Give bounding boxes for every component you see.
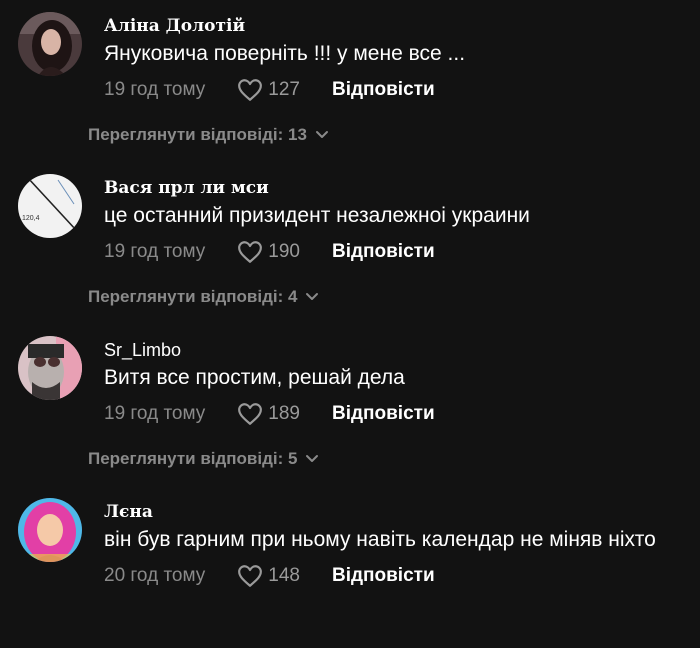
- comment-meta: 19 год тому 189 Відповісти: [104, 400, 435, 428]
- timestamp: 19 год тому: [104, 241, 206, 262]
- heart-icon[interactable]: [237, 402, 263, 426]
- comment-item: Аліна Долотій Януковича поверніть !!! у …: [0, 0, 700, 162]
- comment-meta: 20 год тому 148 Відповісти: [104, 562, 435, 590]
- username[interactable]: Лєна: [104, 502, 153, 522]
- reply-button[interactable]: Відповісти: [332, 565, 435, 587]
- chevron-down-icon: [315, 131, 328, 138]
- comment-meta: 19 год тому 127 Відповісти: [104, 76, 435, 104]
- like-button[interactable]: 148: [237, 564, 300, 588]
- comment-text: він був гарним при ньому навіть календар…: [104, 528, 656, 551]
- view-replies-label: Переглянути відповіді: 4: [88, 287, 298, 306]
- chevron-down-icon: [306, 293, 319, 300]
- heart-icon[interactable]: [237, 564, 263, 588]
- like-count: 189: [268, 403, 300, 424]
- view-replies-button[interactable]: Переглянути відповіді: 5: [88, 449, 319, 469]
- like-count: 148: [268, 565, 300, 586]
- reply-button[interactable]: Відповісти: [332, 241, 435, 263]
- comment-item: Sr_Limbo Витя все простим, решай дела 19…: [0, 324, 700, 486]
- comment-text: це останний призидент незалежноі украини: [104, 204, 530, 227]
- reply-button[interactable]: Відповісти: [332, 79, 435, 101]
- avatar[interactable]: [18, 336, 82, 400]
- comment-item: 120,4 Вася прл ли мси це останний призид…: [0, 162, 700, 324]
- avatar[interactable]: 120,4: [18, 174, 82, 238]
- avatar[interactable]: [18, 498, 82, 562]
- view-replies-label: Переглянути відповіді: 13: [88, 125, 307, 144]
- heart-icon[interactable]: [237, 78, 263, 102]
- avatar[interactable]: [18, 12, 82, 76]
- username[interactable]: Аліна Долотій: [104, 16, 245, 36]
- timestamp: 20 год тому: [104, 565, 206, 586]
- comment-text: Витя все простим, решай дела: [104, 366, 405, 389]
- view-replies-button[interactable]: Переглянути відповіді: 13: [88, 125, 329, 145]
- like-count: 127: [268, 79, 300, 100]
- avatar-text: 120,4: [22, 215, 40, 222]
- username[interactable]: Sr_Limbo: [104, 340, 181, 361]
- like-button[interactable]: 189: [237, 402, 300, 426]
- comment-item: Лєна він був гарним при ньому навіть кал…: [0, 486, 700, 648]
- chevron-down-icon: [306, 455, 319, 462]
- reply-button[interactable]: Відповісти: [332, 403, 435, 425]
- view-replies-button[interactable]: Переглянути відповіді: 4: [88, 287, 319, 307]
- like-button[interactable]: 190: [237, 240, 300, 264]
- heart-icon[interactable]: [237, 240, 263, 264]
- comment-meta: 19 год тому 190 Відповісти: [104, 238, 435, 266]
- comment-text: Януковича поверніть !!! у мене все ...: [104, 42, 466, 65]
- username[interactable]: Вася прл ли мси: [104, 178, 269, 198]
- view-replies-label: Переглянути відповіді: 5: [88, 449, 298, 468]
- timestamp: 19 год тому: [104, 79, 206, 100]
- like-count: 190: [268, 241, 300, 262]
- like-button[interactable]: 127: [237, 78, 300, 102]
- timestamp: 19 год тому: [104, 403, 206, 424]
